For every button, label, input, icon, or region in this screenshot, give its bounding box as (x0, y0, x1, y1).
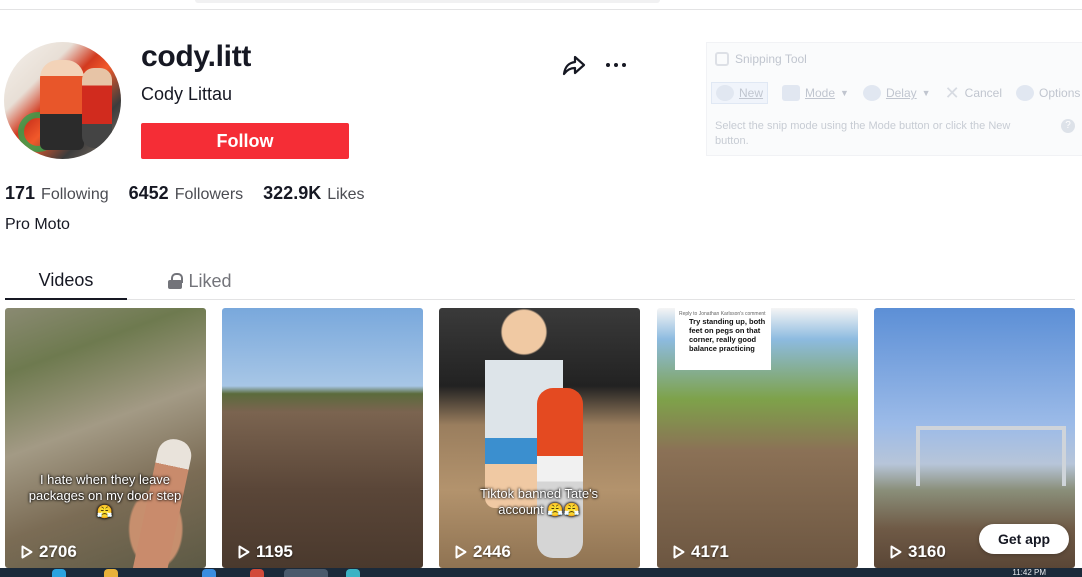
snip-cancel-button[interactable]: ✕ Cancel (945, 83, 1002, 104)
x-icon: ✕ (944, 82, 960, 103)
tab-videos[interactable]: Videos (5, 262, 127, 300)
search-bar[interactable] (195, 0, 660, 3)
following-count: 171 (5, 183, 36, 203)
comment-reply-sticker: Reply to Jonathan Karlsson's comment Try… (675, 308, 771, 370)
clock-icon (862, 85, 881, 101)
view-count: 1195 (238, 542, 293, 562)
profile-bio: Pro Moto (5, 216, 70, 233)
following-label: Following (41, 186, 109, 203)
app-icon[interactable] (250, 569, 264, 577)
view-count: 4171 (673, 542, 729, 562)
mode-icon (782, 85, 801, 101)
view-count: 2446 (455, 542, 511, 562)
get-app-button[interactable]: Get app (979, 524, 1069, 554)
video-card[interactable]: I hate when they leave packages on my do… (5, 308, 206, 568)
snip-new-button[interactable]: New (711, 82, 769, 104)
follow-button[interactable]: Follow (141, 123, 349, 159)
likes-label: Likes (327, 186, 365, 203)
snipping-tool-window[interactable]: Snipping Tool New Mode ▼ Delay ▼ ✕ Cancel O… (706, 42, 1082, 156)
top-nav-bar (0, 0, 1082, 10)
followers-count: 6452 (128, 183, 169, 203)
play-icon (21, 545, 33, 559)
view-count: 2706 (21, 542, 77, 562)
likes-stat: 322.9K Likes (263, 183, 364, 204)
followers-label: Followers (174, 186, 244, 203)
play-icon (673, 545, 685, 559)
likes-count: 322.9K (263, 183, 322, 203)
avatar[interactable] (4, 42, 121, 159)
profile-nickname: Cody Littau (141, 84, 233, 104)
lock-icon (168, 273, 184, 289)
snipping-tool-description: Select the snip mode using the Mode butt… (715, 120, 1011, 147)
chrome-icon[interactable] (284, 569, 328, 577)
snip-delay-button[interactable]: Delay ▼ (862, 85, 931, 101)
video-card[interactable]: 1195 (222, 308, 423, 568)
view-count: 3160 (890, 542, 946, 562)
help-icon[interactable]: ? (1061, 119, 1075, 133)
scissors-icon (715, 52, 729, 66)
tab-liked[interactable]: Liked (155, 262, 245, 300)
video-grid: I hate when they leave packages on my do… (5, 308, 1077, 568)
store-icon[interactable] (202, 569, 216, 577)
followers-stat[interactable]: 6452 Followers (129, 183, 244, 204)
video-caption: Tiktok banned Tate's account 😤😤 (479, 486, 599, 517)
new-snip-icon (716, 85, 734, 101)
app-icon[interactable] (346, 569, 360, 577)
taskbar-clock[interactable]: 11:42 PM (1012, 568, 1046, 577)
profile-stats: 171 Following 6452 Followers 322.9K Like… (5, 183, 385, 204)
following-stat[interactable]: 171 Following (5, 183, 109, 204)
snipping-tool-title: Snipping Tool (715, 52, 807, 66)
play-icon (238, 545, 250, 559)
video-card[interactable]: Tiktok banned Tate's account 😤😤 2446 (439, 308, 640, 568)
windows-taskbar: 11:42 PM (0, 568, 1082, 577)
gear-icon (1016, 85, 1035, 101)
snip-options-button[interactable]: Options (1016, 85, 1080, 101)
share-icon[interactable] (561, 52, 587, 78)
edge-icon[interactable] (52, 569, 66, 577)
snipping-tool-toolbar: New Mode ▼ Delay ▼ ✕ Cancel Options (711, 79, 1082, 107)
play-icon (890, 545, 902, 559)
video-card[interactable]: 3160 Get app (874, 308, 1075, 568)
play-icon (455, 545, 467, 559)
video-caption: I hate when they leave packages on my do… (28, 472, 182, 519)
folder-icon[interactable] (104, 569, 118, 577)
snip-mode-button[interactable]: Mode ▼ (782, 85, 849, 101)
profile-tabs: Videos Liked (5, 262, 1075, 300)
video-card[interactable]: Reply to Jonathan Karlsson's comment Try… (657, 308, 858, 568)
profile-username: cody.litt (141, 40, 252, 73)
more-options-icon[interactable] (603, 52, 629, 78)
